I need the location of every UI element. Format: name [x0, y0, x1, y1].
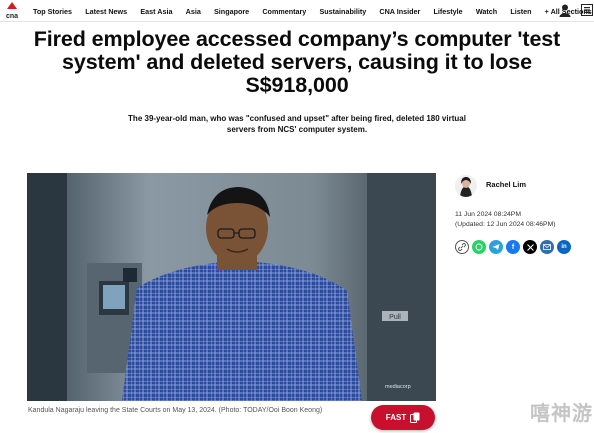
cards-icon: [410, 412, 420, 423]
cna-logo[interactable]: cna: [2, 1, 22, 21]
nav-item-latest-news[interactable]: Latest News: [85, 7, 127, 16]
nav-item-singapore[interactable]: Singapore: [214, 7, 249, 16]
published-date: 11 Jun 2024 08:24PM: [455, 211, 522, 218]
nav-item-watch[interactable]: Watch: [476, 7, 497, 16]
x-icon[interactable]: [523, 240, 537, 254]
photo-caption: Kandula Nagaraju leaving the State Court…: [28, 407, 323, 414]
svg-text:mediacorp: mediacorp: [385, 384, 411, 390]
article-summary: The 39-year-old man, who was "confused a…: [128, 114, 466, 134]
updated-date: (Updated: 12 Jun 2024 08:46PM): [455, 221, 556, 228]
fast-button[interactable]: FAST: [371, 405, 435, 430]
nav-item-top-stories[interactable]: Top Stories: [33, 7, 72, 16]
nav-item-commentary[interactable]: Commentary: [262, 7, 306, 16]
whatsapp-icon[interactable]: [472, 240, 486, 254]
nav-item-cna-insider[interactable]: CNA Insider: [379, 7, 420, 16]
author-name[interactable]: Rachel Lim: [486, 180, 526, 189]
email-icon[interactable]: [540, 240, 554, 254]
nav-sections: Top Stories Latest News East Asia Asia S…: [33, 0, 594, 22]
link-icon[interactable]: [455, 240, 469, 254]
photo-illustration: Pull mediacorp: [27, 173, 436, 401]
svg-text:cna: cna: [6, 13, 18, 20]
author-avatar[interactable]: [455, 175, 477, 197]
fast-button-label: FAST: [385, 413, 407, 422]
top-nav-bar: cna Top Stories Latest News East Asia As…: [0, 0, 594, 22]
article-headline: Fired employee accessed company’s comput…: [33, 27, 561, 97]
nav-item-lifestyle[interactable]: Lifestyle: [433, 7, 462, 16]
nav-item-east-asia[interactable]: East Asia: [140, 7, 172, 16]
svg-text:Pull: Pull: [389, 314, 401, 321]
telegram-icon[interactable]: [489, 240, 503, 254]
linkedin-icon[interactable]: in: [557, 240, 571, 254]
nav-item-asia[interactable]: Asia: [186, 7, 201, 16]
article-photo[interactable]: Pull mediacorp: [27, 173, 436, 401]
watermark: 嘻神游: [530, 403, 593, 425]
menu-icon[interactable]: [581, 4, 593, 16]
facebook-icon[interactable]: f: [506, 240, 520, 254]
nav-item-listen[interactable]: Listen: [510, 7, 531, 16]
nav-item-sustainability[interactable]: Sustainability: [319, 7, 366, 16]
user-icon[interactable]: [559, 4, 571, 17]
share-bar: f in: [455, 240, 571, 254]
